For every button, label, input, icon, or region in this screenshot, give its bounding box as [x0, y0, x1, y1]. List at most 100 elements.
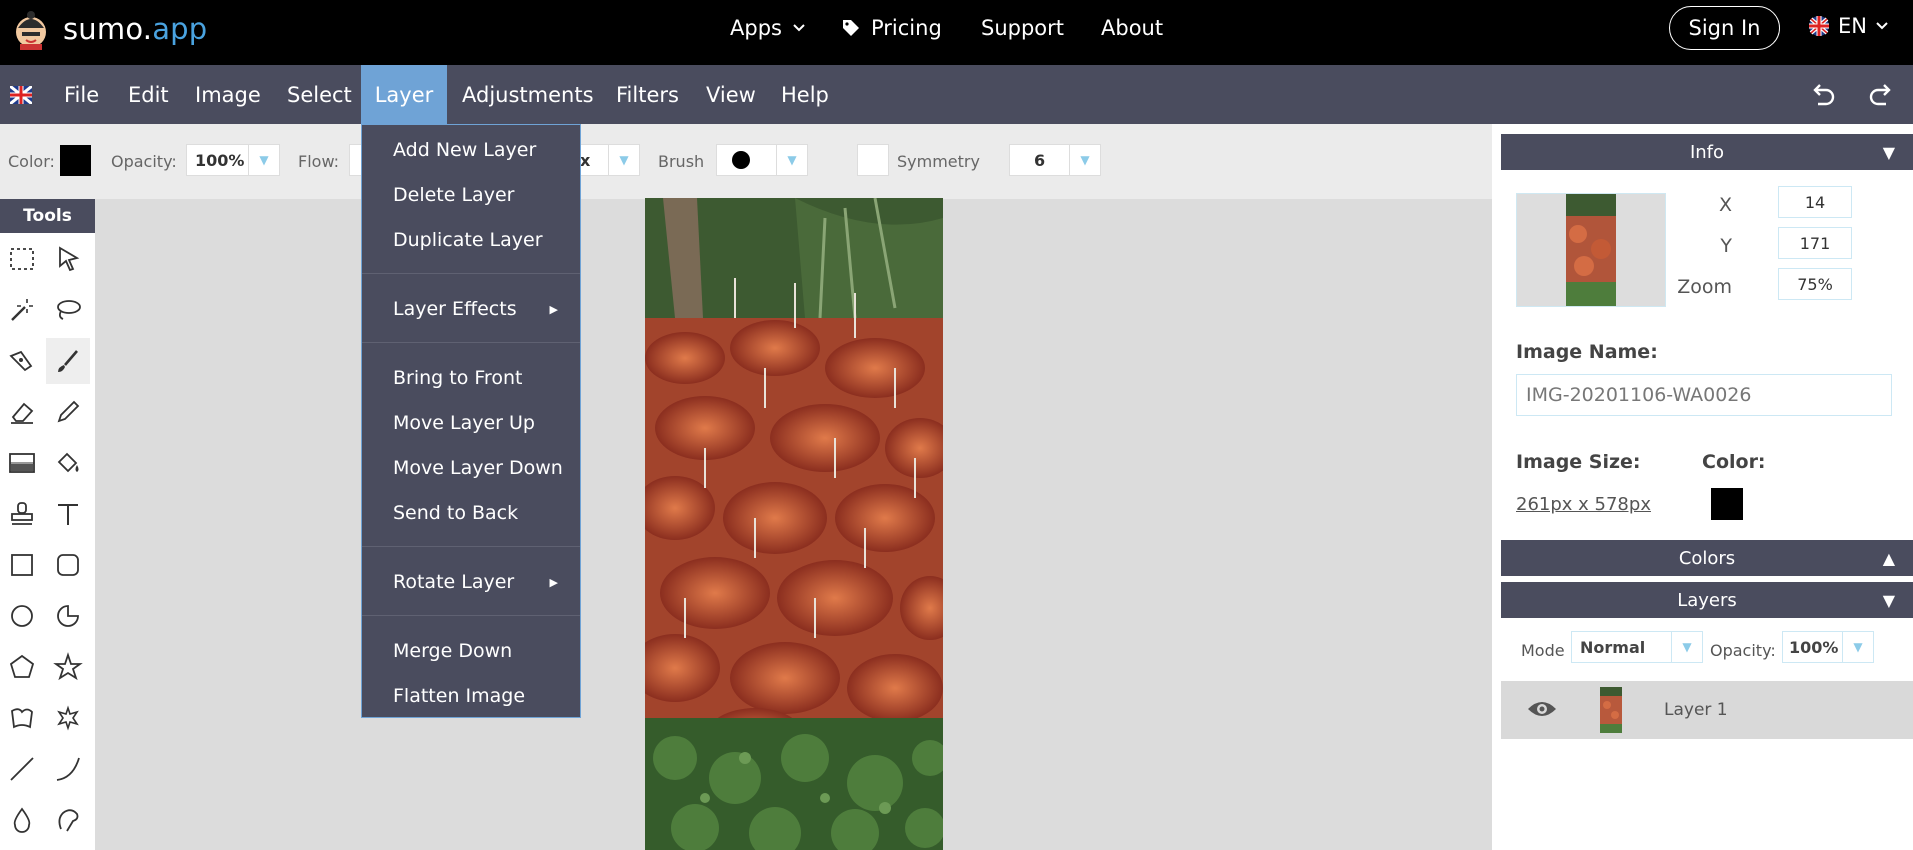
menu-file[interactable]: File: [64, 65, 99, 124]
language-selector[interactable]: EN: [1808, 14, 1889, 38]
sign-in-button[interactable]: Sign In: [1669, 6, 1780, 50]
menu-item-flatten-image[interactable]: Flatten Image: [393, 685, 525, 707]
top-bar: sumo.app Apps Pricing Support About Sign…: [0, 0, 1913, 65]
gradient-tool-icon[interactable]: [0, 440, 44, 486]
menu-item-rotate-layer[interactable]: Rotate Layer: [393, 571, 514, 593]
layer-opacity-select[interactable]: 100% ▼: [1782, 631, 1874, 663]
right-panel: Info ▼ X 14 Y 171 Zoom 75% Image Name: I…: [1492, 124, 1913, 850]
zoom-label: Zoom: [1677, 276, 1732, 298]
layers-panel-header[interactable]: Layers ▼: [1501, 582, 1913, 618]
menu-item-merge-down[interactable]: Merge Down: [393, 640, 512, 662]
x-value: 14: [1778, 186, 1852, 218]
menu-layer[interactable]: Layer: [361, 65, 447, 124]
paint-bucket-tool-icon[interactable]: [46, 440, 90, 486]
blur-drop-tool-icon[interactable]: [0, 797, 44, 843]
color-swatch[interactable]: [60, 145, 91, 176]
rectangle-tool-icon[interactable]: [0, 542, 44, 588]
pencil-tool-icon[interactable]: [46, 389, 90, 435]
layer-dropdown-menu: Add New Layer Delete Layer Duplicate Lay…: [361, 124, 581, 718]
layer-thumbnail: [1600, 687, 1622, 733]
layer-effects-label: Layer Effects: [393, 298, 517, 320]
chevron-down-icon[interactable]: ▼: [1069, 144, 1100, 176]
layer-row[interactable]: Layer 1: [1501, 681, 1913, 739]
image-name-input[interactable]: IMG-20201106-WA0026: [1516, 374, 1892, 416]
info-panel-header[interactable]: Info ▼: [1501, 134, 1913, 170]
y-label: Y: [1720, 235, 1732, 257]
menu-item-move-layer-up[interactable]: Move Layer Up: [393, 412, 535, 434]
submenu-arrow-icon: ▶: [549, 576, 558, 589]
pricing-link[interactable]: Pricing: [841, 16, 942, 40]
move-tool-icon[interactable]: [46, 236, 90, 282]
menu-item-bring-to-front[interactable]: Bring to Front: [393, 367, 522, 389]
pie-tool-icon[interactable]: [46, 593, 90, 639]
pricing-label: Pricing: [871, 16, 942, 40]
collapse-triangle-icon: ▼: [1882, 142, 1895, 162]
eraser-tool-icon[interactable]: [0, 389, 44, 435]
menu-item-move-layer-down[interactable]: Move Layer Down: [393, 457, 563, 479]
menu-item-layer-effects[interactable]: Layer Effects: [393, 298, 553, 320]
menu-item-add-new-layer[interactable]: Add New Layer: [393, 139, 536, 161]
image-size-link[interactable]: 261px x 578px: [1516, 494, 1651, 515]
apps-menu[interactable]: Apps: [730, 16, 806, 40]
menu-divider: [362, 615, 580, 616]
chevron-down-icon: [793, 24, 805, 32]
brush-tool-icon[interactable]: [46, 338, 90, 384]
uk-flag-icon: [10, 65, 34, 124]
pen-tool-icon[interactable]: [0, 338, 44, 384]
menu-divider: [362, 546, 580, 547]
menu-filters[interactable]: Filters: [616, 65, 679, 124]
colors-title: Colors: [1678, 547, 1736, 569]
sumo-mascot-icon: [16, 11, 46, 50]
smudge-tool-icon[interactable]: [46, 797, 90, 843]
chevron-down-icon[interactable]: ▼: [608, 144, 639, 176]
menu-item-duplicate-layer[interactable]: Duplicate Layer: [393, 229, 543, 251]
menu-item-delete-layer[interactable]: Delete Layer: [393, 184, 514, 206]
stamp-tool-icon[interactable]: [0, 491, 44, 537]
colors-panel-header[interactable]: Colors ▲: [1501, 540, 1913, 576]
symmetry-checkbox[interactable]: [857, 144, 889, 176]
canvas-image[interactable]: [645, 198, 943, 850]
text-tool-icon[interactable]: [46, 491, 90, 537]
symmetry-value: 6: [1034, 150, 1046, 170]
brand-accent: app: [152, 12, 208, 46]
blend-mode-select[interactable]: Normal ▼: [1571, 631, 1703, 663]
chevron-down-icon[interactable]: ▼: [248, 144, 279, 176]
chevron-down-icon: [1876, 22, 1888, 30]
submenu-arrow-icon: ▶: [549, 303, 558, 316]
zoom-value[interactable]: 75%: [1778, 268, 1852, 300]
lasso-tool-icon[interactable]: [46, 287, 90, 333]
tools-header: Tools: [0, 199, 95, 233]
menu-adjustments[interactable]: Adjustments: [462, 65, 594, 124]
current-color-swatch[interactable]: [1711, 488, 1743, 520]
about-link[interactable]: About: [1101, 16, 1163, 40]
chevron-down-icon[interactable]: ▼: [776, 144, 807, 176]
line-tool-icon[interactable]: [0, 746, 44, 792]
polygon-tool-icon[interactable]: [0, 644, 44, 690]
brand-logo[interactable]: sumo.app: [12, 8, 207, 50]
redo-icon[interactable]: [1866, 80, 1896, 110]
collapse-triangle-icon: ▼: [1882, 590, 1895, 610]
eye-visibility-icon[interactable]: [1526, 699, 1558, 719]
menu-help[interactable]: Help: [781, 65, 829, 124]
rounded-rect-tool-icon[interactable]: [46, 542, 90, 588]
menu-edit[interactable]: Edit: [128, 65, 169, 124]
language-label: EN: [1838, 14, 1867, 38]
ellipse-tool-icon[interactable]: [0, 593, 44, 639]
undo-icon[interactable]: [1808, 80, 1838, 110]
star-tool-icon[interactable]: [46, 644, 90, 690]
burst-tool-icon[interactable]: [46, 695, 90, 741]
image-size-label: Image Size:: [1516, 451, 1641, 473]
support-link[interactable]: Support: [981, 16, 1064, 40]
curve-tool-icon[interactable]: [46, 746, 90, 792]
freeform-shape-tool-icon[interactable]: [0, 695, 44, 741]
menu-view[interactable]: View: [706, 65, 756, 124]
color-label: Color:: [1702, 451, 1766, 473]
thumbnail-image: [1566, 194, 1616, 306]
symmetry-label: Symmetry: [897, 152, 980, 171]
menu-select[interactable]: Select: [287, 65, 352, 124]
divider: [826, 176, 827, 177]
menu-item-send-to-back[interactable]: Send to Back: [393, 502, 518, 524]
magic-wand-tool-icon[interactable]: [0, 287, 44, 333]
menu-image[interactable]: Image: [195, 65, 261, 124]
rect-select-tool-icon[interactable]: [0, 236, 44, 282]
